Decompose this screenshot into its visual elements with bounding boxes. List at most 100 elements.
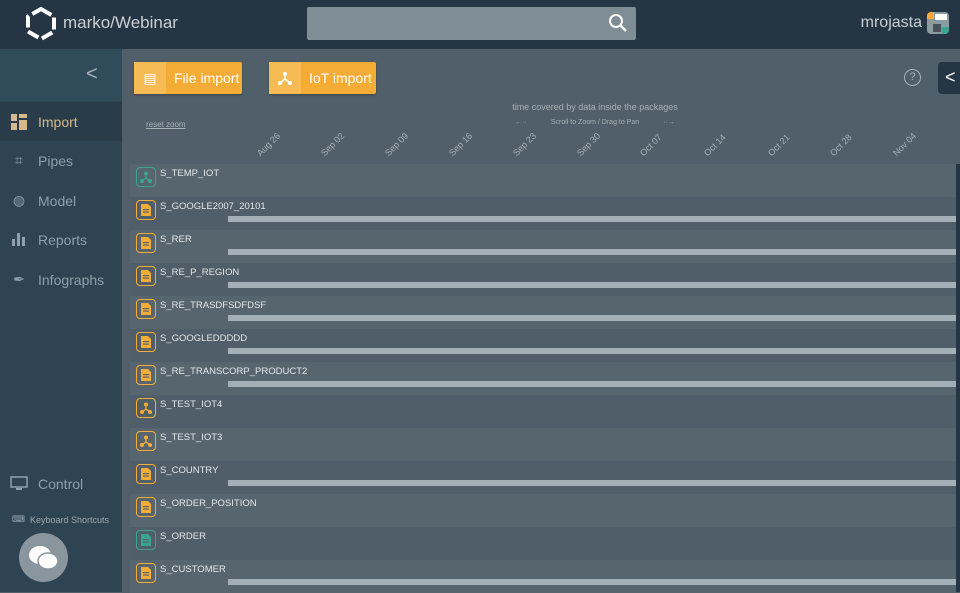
file-icon [136, 266, 156, 286]
package-row[interactable]: S_RE_P_REGION [130, 263, 956, 296]
axis-tick-label: Oct 21 [765, 132, 792, 158]
bar-chart-icon [0, 233, 38, 246]
arrow-right-icon: ··→ [663, 119, 675, 126]
coverage-bar[interactable] [228, 579, 956, 585]
file-icon [136, 365, 156, 385]
package-name[interactable]: S_ORDER [160, 531, 206, 542]
sidebar-item-label: Model [38, 192, 77, 209]
collapse-sidebar-button[interactable]: < [0, 49, 122, 101]
iot-import-label: IoT import [309, 70, 372, 86]
coverage-bar[interactable] [228, 315, 956, 321]
sidebar-item-label: Infographs [38, 271, 105, 288]
file-icon [136, 200, 156, 220]
username[interactable]: mrojasta [861, 14, 922, 32]
package-row[interactable]: S_RER [130, 230, 956, 263]
package-name[interactable]: S_RE_P_REGION [160, 267, 239, 278]
axis-tick-label: Oct 28 [827, 132, 854, 158]
package-row[interactable]: S_ORDER [130, 527, 956, 560]
package-name[interactable]: S_COUNTRY [160, 465, 218, 476]
globe-icon: ◍ [12, 192, 26, 208]
sidebar-item-infographs[interactable]: ✒ Infographs [0, 260, 122, 299]
file-stack-icon: ▤ [134, 62, 166, 94]
package-name[interactable]: S_TEMP_IOT [160, 168, 219, 179]
iot-import-button[interactable]: IoT import [269, 62, 376, 94]
file-icon [136, 233, 156, 253]
axis-tick-label: Oct 14 [701, 132, 728, 158]
axis-tick-label: Aug 26 [254, 130, 283, 158]
axis-tick-label: Sep 16 [446, 130, 475, 158]
package-row[interactable]: S_RE_TRANSCORP_PRODUCT2 [130, 362, 956, 395]
package-row[interactable]: S_GOOGLEDDDDD [130, 329, 956, 362]
sidebar-item-reports[interactable]: Reports [0, 220, 122, 259]
avatar[interactable] [927, 12, 949, 34]
file-icon [136, 530, 156, 550]
keyboard-shortcuts-link[interactable]: ⌨ Keyboard Shortcuts [12, 514, 109, 525]
package-row[interactable]: S_CUSTOMER [130, 560, 956, 593]
axis-tick-label: Sep 30 [574, 130, 603, 158]
sidebar-item-label: Pipes [38, 152, 74, 169]
iot-icon [136, 398, 156, 418]
coverage-bar[interactable] [228, 249, 956, 255]
package-name[interactable]: S_GOOGLEDDDDD [160, 333, 247, 344]
sidebar-item-pipes[interactable]: ⌗ Pipes [0, 141, 122, 180]
package-name[interactable]: S_GOOGLE2007_20101 [160, 201, 266, 212]
package-name[interactable]: S_RER [160, 234, 192, 245]
package-row[interactable]: S_ORDER_POSITION [130, 494, 956, 527]
app-title[interactable]: marko/Webinar [63, 13, 178, 33]
package-name[interactable]: S_RE_TRANSCORP_PRODUCT2 [160, 366, 307, 377]
scrollbar[interactable] [956, 164, 960, 592]
coverage-bar[interactable] [228, 381, 956, 387]
package-name[interactable]: S_RE_TRASDFSDFDSF [160, 300, 266, 311]
timeline-caption: time covered by data inside the packages [512, 102, 678, 112]
sidebar-item-label: Import [38, 113, 78, 130]
hint-text: Scroll to Zoom / Drag to Pan [550, 119, 640, 126]
monitor-icon [0, 476, 38, 491]
package-row[interactable]: S_TEMP_IOT [130, 164, 956, 197]
file-icon [136, 299, 156, 319]
chat-button[interactable] [19, 533, 68, 582]
file-import-button[interactable]: ▤ File import [134, 62, 242, 94]
crop-icon: ⌗ [15, 152, 23, 168]
top-bar: marko/Webinar mrojasta [0, 0, 960, 49]
axis-tick-label: Sep 09 [382, 130, 411, 158]
chat-icon [28, 545, 59, 570]
sidebar-item-label: Control [38, 475, 84, 492]
package-name[interactable]: S_TEST_IOT3 [160, 432, 222, 443]
package-row[interactable]: S_RE_TRASDFSDFDSF [130, 296, 956, 329]
package-row[interactable]: S_GOOGLE2007_20101 [130, 197, 956, 230]
package-row[interactable]: S_TEST_IOT4 [130, 395, 956, 428]
logo-icon[interactable] [26, 7, 56, 41]
panel-toggle-button[interactable]: < [938, 62, 960, 94]
sidebar-item-import[interactable]: Import [0, 102, 122, 141]
keyboard-icon: ⌨ [12, 514, 25, 524]
keyboard-shortcuts-label: Keyboard Shortcuts [30, 514, 110, 525]
axis-tick-label: Oct 07 [637, 132, 664, 158]
coverage-bar[interactable] [228, 282, 956, 288]
package-name[interactable]: S_CUSTOMER [160, 564, 226, 575]
file-icon [136, 464, 156, 484]
feather-icon: ✒ [13, 271, 25, 287]
sidebar-item-control[interactable]: Control [0, 464, 122, 503]
search-icon[interactable] [608, 13, 628, 33]
iot-icon [136, 167, 156, 187]
package-name[interactable]: S_TEST_IOT4 [160, 399, 222, 410]
file-icon [136, 497, 156, 517]
axis-tick-label: Sep 23 [510, 130, 539, 158]
package-name[interactable]: S_ORDER_POSITION [160, 498, 257, 509]
chevron-left-icon: < [86, 63, 98, 85]
sidebar-item-label: Reports [38, 231, 88, 248]
arrow-left-icon: ←·· [515, 119, 527, 126]
reset-zoom-link[interactable]: reset zoom [146, 120, 186, 129]
sidebar-item-model[interactable]: ◍ Model [0, 181, 122, 220]
coverage-bar[interactable] [228, 216, 956, 222]
search-input[interactable] [307, 7, 636, 40]
package-row[interactable]: S_TEST_IOT3 [130, 428, 956, 461]
iot-icon [269, 62, 301, 94]
axis-tick-label: Sep 02 [318, 130, 347, 158]
coverage-bar[interactable] [228, 480, 956, 486]
coverage-bar[interactable] [228, 348, 956, 354]
help-icon[interactable]: ? [904, 69, 921, 86]
package-row[interactable]: S_COUNTRY [130, 461, 956, 494]
timeline-rows[interactable]: S_TEMP_IOT S_GOOGLE2007_20101 S_RER S_RE_P_… [130, 164, 956, 593]
axis-tick-label: Nov 04 [890, 130, 919, 158]
